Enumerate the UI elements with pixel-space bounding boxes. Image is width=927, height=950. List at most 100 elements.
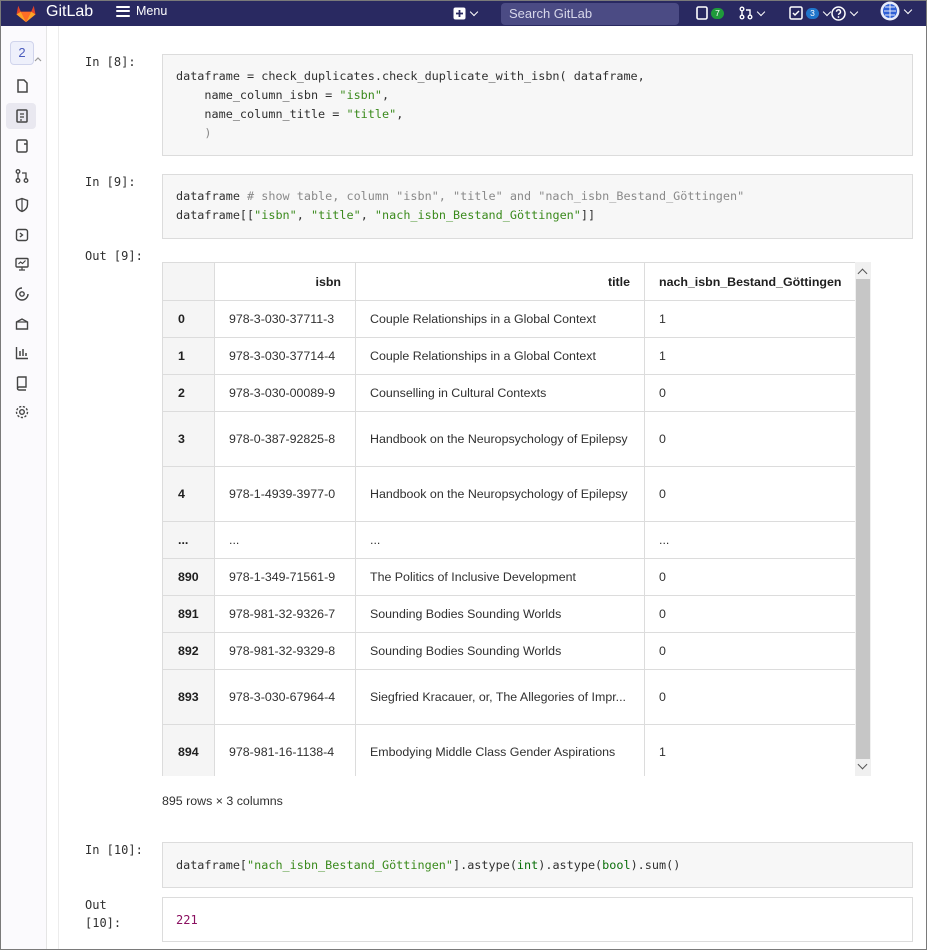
collapse-up-icon[interactable]	[34, 56, 42, 62]
row-index: 1	[162, 337, 215, 375]
dataframe-shape: 895 rows × 3 columns	[162, 794, 283, 808]
search-input[interactable]: Search GitLab	[501, 3, 679, 25]
todos-button[interactable]: 3	[789, 5, 832, 21]
issues-icon[interactable]	[14, 138, 30, 154]
code-line: dataframe["nach_isbn_Bestand_Göttingen"]…	[176, 858, 681, 872]
title-cell: Siegfried Kracauer, or, The Allegories o…	[355, 669, 645, 725]
row-index: 2	[162, 374, 215, 412]
output-prompt: Out	[85, 898, 107, 912]
chevron-down-icon	[469, 7, 479, 16]
scroll-up-arrow-icon[interactable]	[857, 268, 868, 279]
code-line: name_column_isbn = "isbn",	[204, 88, 390, 102]
deployments-icon[interactable]	[14, 227, 30, 243]
plus-square-icon	[453, 7, 466, 19]
row-index: 890	[162, 558, 215, 596]
bestand-cell: 0	[643, 374, 857, 412]
row-index: 891	[162, 595, 215, 633]
code-line: dataframe # show table, column "isbn", "…	[176, 189, 745, 203]
left-sidebar: 2	[1, 26, 47, 949]
project-overview-icon[interactable]	[14, 78, 30, 94]
monitor-icon[interactable]	[14, 256, 30, 272]
isbn-cell: 978-981-16-1138-4	[214, 724, 356, 776]
menu-label: Menu	[136, 4, 168, 18]
table-row: 890 978-1-349-71561-9 The Politics of Incl…	[162, 558, 857, 596]
merge-requests-icon[interactable]	[14, 168, 30, 184]
project-avatar[interactable]: 2	[10, 41, 34, 65]
bestand-cell: 1	[643, 724, 857, 776]
merge-requests-button[interactable]	[739, 5, 766, 21]
todos-count-badge: 3	[806, 7, 819, 19]
wiki-icon[interactable]	[14, 375, 30, 391]
chevron-down-icon	[849, 7, 859, 16]
chevron-down-icon	[903, 5, 913, 14]
column-header-title: title	[355, 262, 645, 301]
chevron-down-icon	[756, 7, 766, 16]
title-cell: Embodying Middle Class Gender Aspiration…	[355, 724, 645, 776]
avatar	[880, 1, 900, 21]
code-line: dataframe = check_duplicates.check_dupli…	[176, 69, 645, 83]
isbn-cell: 978-3-030-00089-9	[214, 374, 356, 412]
title-cell: The Politics of Inclusive Development	[355, 558, 645, 596]
brand-name[interactable]: GitLab	[46, 3, 93, 21]
merge-request-icon	[739, 6, 753, 20]
help-button[interactable]	[831, 5, 859, 21]
isbn-cell: 978-0-387-92825-8	[214, 411, 356, 467]
row-index: 894	[162, 724, 215, 776]
table-scrollbar[interactable]	[855, 262, 871, 776]
packages-icon[interactable]	[14, 316, 30, 332]
cell-prompt: In [8]:	[85, 55, 136, 69]
scroll-down-arrow-icon[interactable]	[857, 759, 868, 770]
bestand-cell: 0	[643, 669, 857, 725]
code-cell-9[interactable]: dataframe # show table, column "isbn", "…	[162, 174, 913, 239]
code-cell-10[interactable]: dataframe["nach_isbn_Bestand_Göttingen"]…	[162, 842, 913, 888]
security-icon[interactable]	[14, 197, 30, 213]
issues-button[interactable]: 7	[696, 5, 724, 21]
content-divider	[58, 26, 59, 949]
menu-button[interactable]: Menu	[116, 4, 167, 18]
repository-icon[interactable]	[14, 108, 30, 124]
isbn-cell: ...	[214, 521, 356, 559]
bestand-cell: 0	[643, 558, 857, 596]
column-header-bestand: nach_isbn_Bestand_Göttingen	[643, 262, 857, 301]
row-index: 892	[162, 632, 215, 670]
title-cell: Counselling in Cultural Contexts	[355, 374, 645, 412]
browser-frame: GitLab Menu Search GitLab 7 3 2 In [8]: …	[0, 0, 927, 950]
output-value: 221	[176, 913, 198, 927]
cell-prompt: In [9]:	[85, 175, 136, 189]
hamburger-icon	[116, 5, 130, 17]
table-header-row: isbn title nach_isbn_Bestand_Göttingen	[162, 262, 857, 301]
row-index: 893	[162, 669, 215, 725]
title-cell: Sounding Bodies Sounding Worlds	[355, 595, 645, 633]
title-cell: Couple Relationships in a Global Context	[355, 337, 645, 375]
help-icon	[831, 5, 846, 21]
code-line: name_column_title = "title",	[204, 107, 404, 121]
column-header-index	[162, 262, 215, 301]
table-row: 892 978-981-32-9329-8 Sounding Bodies Soun…	[162, 632, 857, 670]
table-row: 893 978-3-030-67964-4 Siegfried Kracauer, …	[162, 669, 857, 725]
table-row: 2 978-3-030-00089-9 Counselling in Cultura…	[162, 374, 857, 412]
output-prompt: Out [9]:	[85, 249, 143, 263]
infrastructure-icon[interactable]	[14, 286, 30, 302]
row-index: ...	[162, 521, 215, 559]
isbn-cell: 978-981-32-9326-7	[214, 595, 356, 633]
settings-icon[interactable]	[14, 404, 30, 420]
analytics-icon[interactable]	[14, 345, 30, 361]
todo-check-icon	[789, 6, 803, 20]
table-row: 891 978-981-32-9326-7 Sounding Bodies Soun…	[162, 595, 857, 633]
table-row: 1 978-3-030-37714-4 Couple Relationships i…	[162, 337, 857, 375]
table-row: 3 978-0-387-92825-8 Handbook on the Neurop…	[162, 411, 857, 467]
table-row: 894 978-981-16-1138-4 Embodying Middle Cla…	[162, 724, 857, 776]
scrollbar-thumb[interactable]	[856, 279, 870, 759]
issues-icon	[696, 6, 708, 20]
dataframe-output[interactable]: isbn title nach_isbn_Bestand_Göttingen 0…	[162, 262, 871, 776]
chevron-down-icon	[822, 7, 832, 16]
title-cell: Couple Relationships in a Global Context	[355, 300, 645, 338]
create-new-button[interactable]	[453, 5, 479, 21]
bestand-cell: 0	[643, 411, 857, 467]
issues-count-badge: 7	[711, 7, 724, 19]
code-cell-8[interactable]: dataframe = check_duplicates.check_dupli…	[162, 54, 913, 156]
cell-prompt: In [10]:	[85, 843, 143, 857]
isbn-cell: 978-1-4939-3977-0	[214, 466, 356, 522]
user-menu-button[interactable]	[880, 1, 913, 21]
gitlab-logo-icon[interactable]	[15, 4, 37, 23]
